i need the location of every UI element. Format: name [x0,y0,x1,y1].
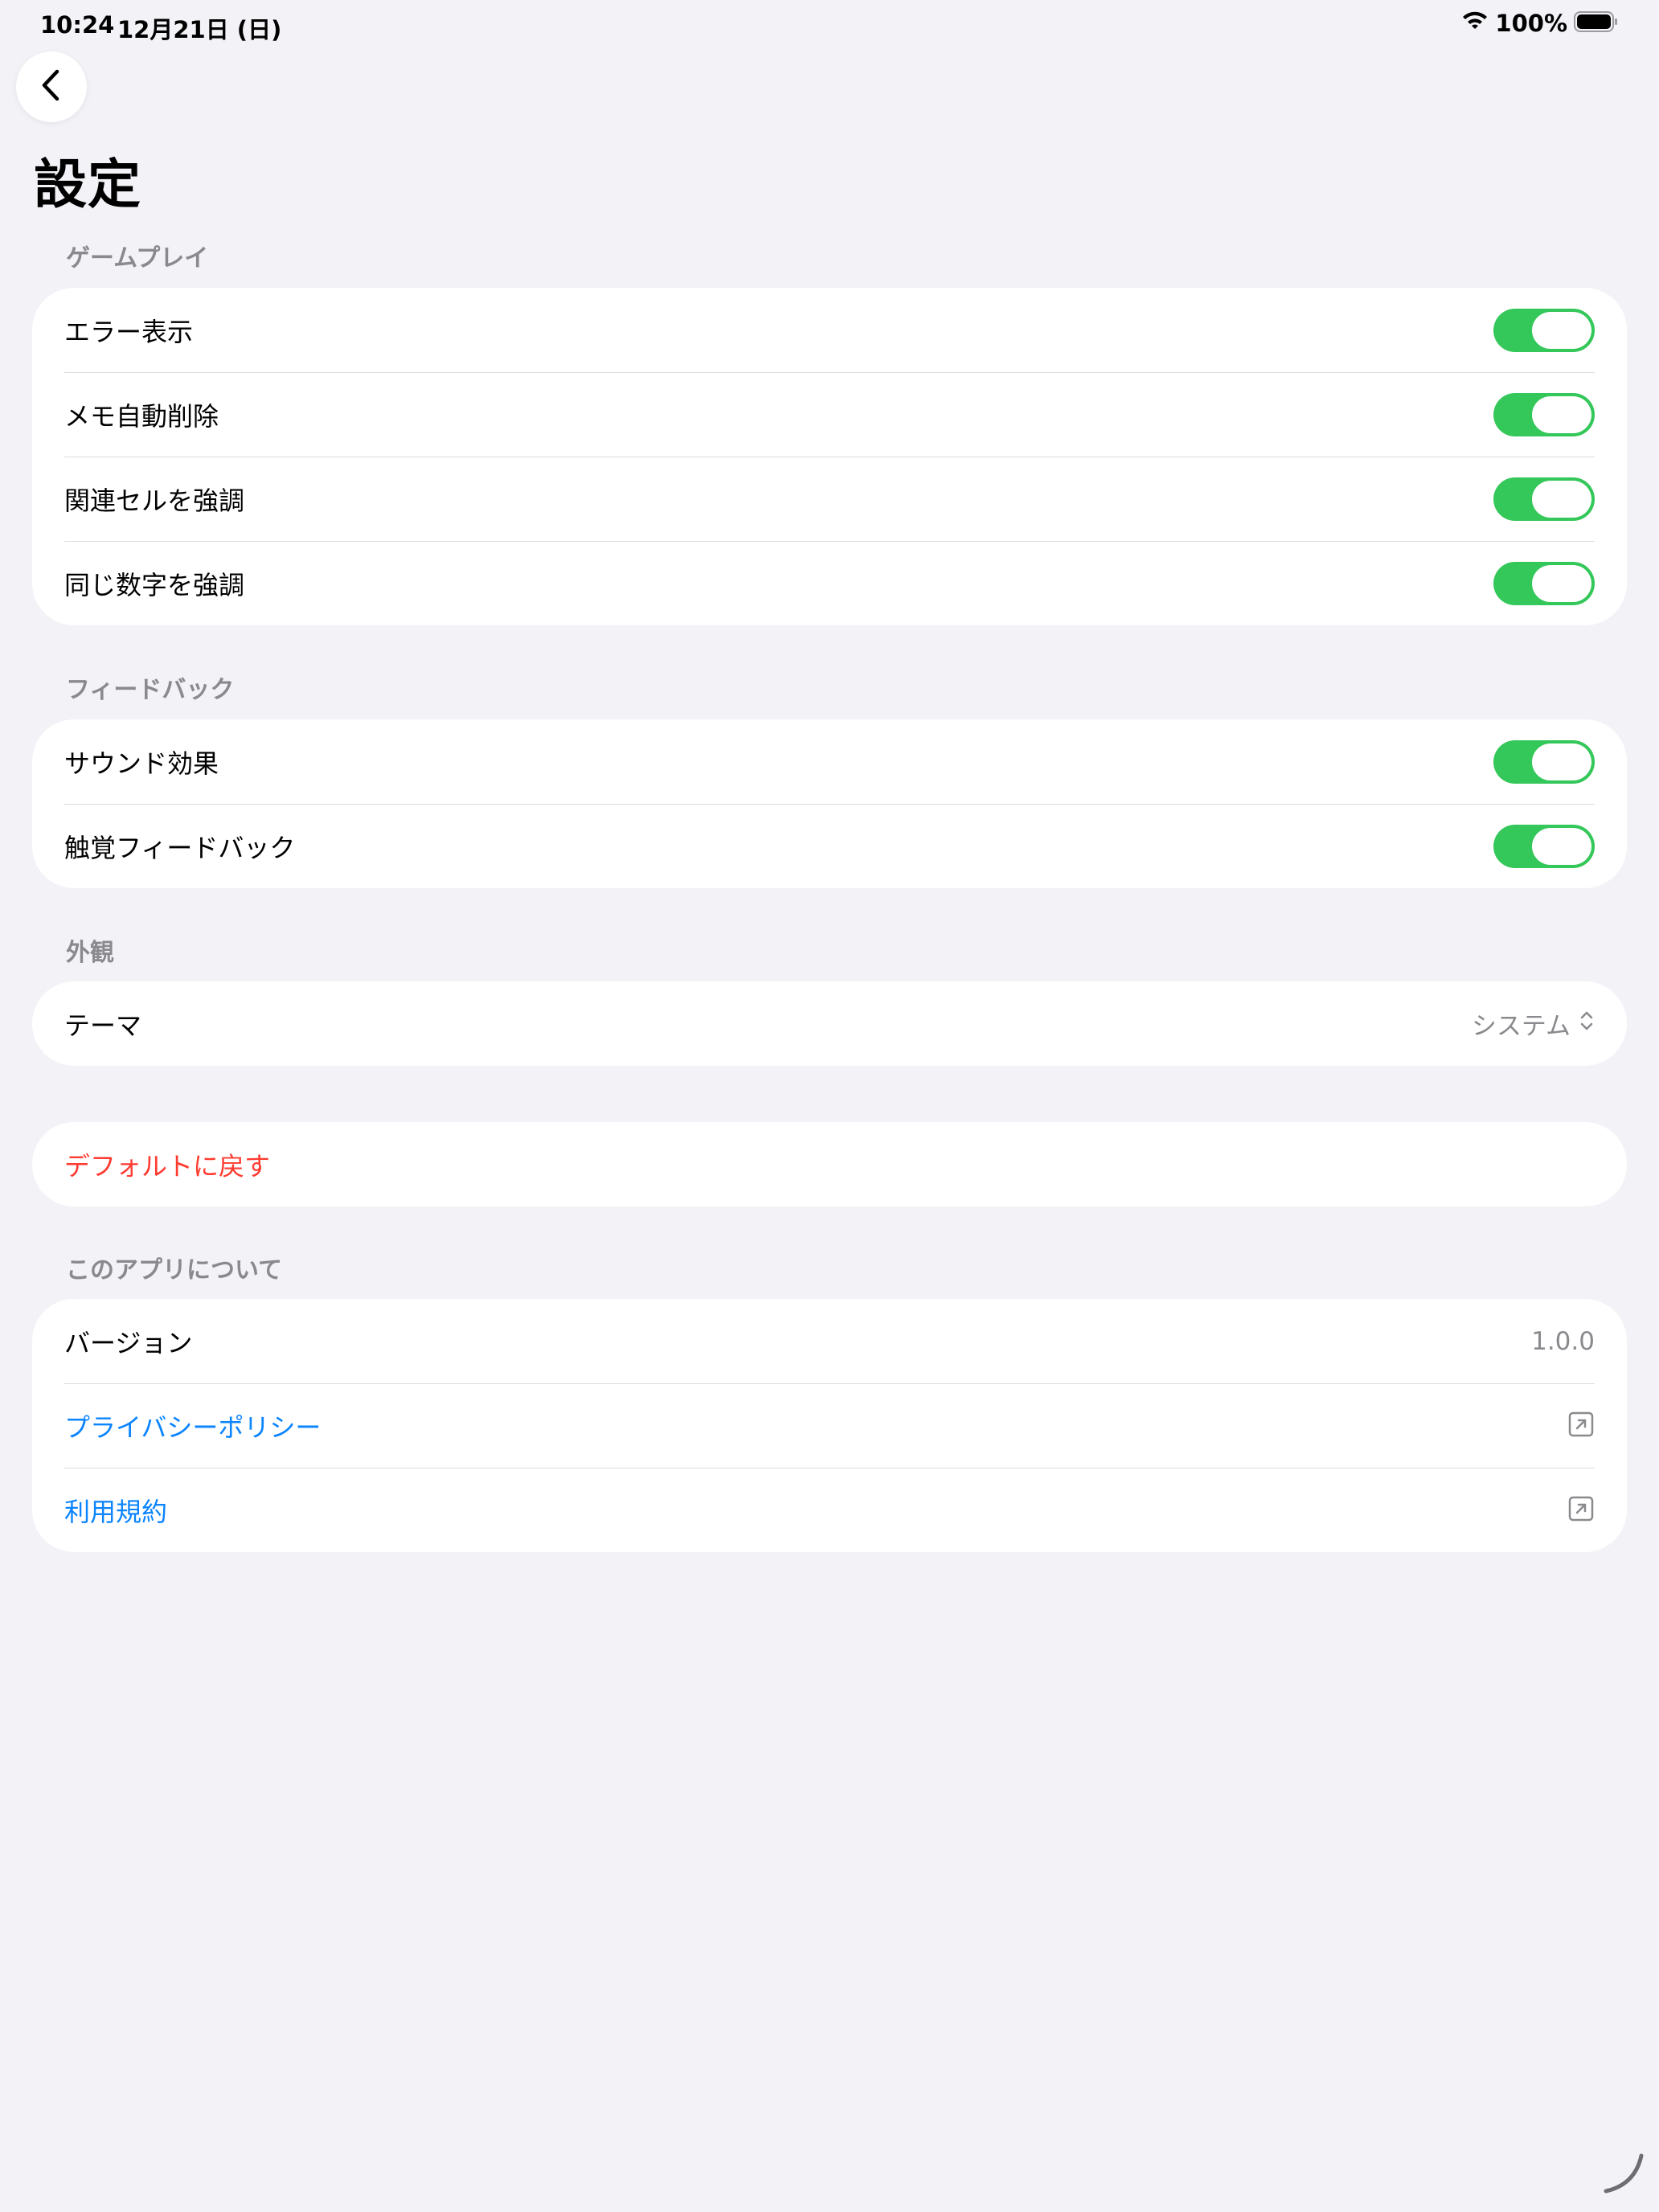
auto-remove-notes-toggle[interactable] [1493,392,1595,436]
version-row: バージョン 1.0.0 [32,1299,1627,1383]
external-link-icon [1567,1411,1595,1441]
setting-row-highlight-same-numbers: 同じ数字を強調 [32,541,1627,625]
chevron-left-icon [39,68,63,105]
corner-indicator-icon [1600,2149,1648,2201]
card-feedback: サウンド効果 触覚フィードバック [32,719,1627,888]
theme-label: テーマ [64,1010,142,1041]
wifi-icon [1461,11,1489,35]
privacy-policy-label: プライバシーポリシー [64,1411,322,1443]
setting-label: 同じ数字を強調 [64,569,245,600]
status-right: 100% [1461,10,1619,37]
setting-label: 触覚フィードバック [64,832,296,863]
setting-row-error-display: エラー表示 [32,288,1627,372]
page-title: 設定 [34,154,141,215]
version-label: バージョン [64,1327,193,1358]
sound-effects-toggle[interactable] [1493,739,1595,784]
external-link-icon [1567,1495,1595,1526]
setting-row-auto-remove-notes: メモ自動削除 [32,372,1627,457]
version-value: 1.0.0 [1531,1326,1595,1356]
setting-label: メモ自動削除 [64,400,219,432]
card-reset: デフォルトに戻す [32,1122,1627,1206]
status-time: 10:24 [40,11,115,39]
terms-of-use-link[interactable]: 利用規約 [32,1468,1627,1552]
section-header-feedback: フィードバック [66,676,235,704]
status-bar: 10:24 12月21日 (日) 100% [0,0,1659,51]
theme-picker[interactable]: システム [1472,1006,1595,1042]
card-appearance: テーマ システム [32,981,1627,1066]
theme-row[interactable]: テーマ システム [32,981,1627,1066]
terms-of-use-label: 利用規約 [64,1496,168,1527]
setting-label: サウンド効果 [64,748,219,779]
setting-label: 関連セルを強調 [64,485,245,516]
section-header-gameplay: ゲームプレイ [66,244,209,272]
error-display-toggle[interactable] [1493,308,1595,352]
battery-icon [1574,10,1619,36]
section-header-about: このアプリについて [66,1256,283,1284]
battery-percentage: 100% [1495,10,1567,37]
highlight-related-cells-toggle[interactable] [1493,477,1595,521]
reset-defaults-button[interactable]: デフォルトに戻す [32,1122,1627,1206]
back-button[interactable] [16,51,87,122]
setting-label: エラー表示 [64,316,194,347]
card-about: バージョン 1.0.0 プライバシーポリシー 利用規約 [32,1299,1627,1552]
card-gameplay: エラー表示 メモ自動削除 関連セルを強調 同じ数字を強調 [32,288,1627,625]
reset-defaults-label: デフォルトに戻す [64,1150,271,1182]
theme-value: システム [1471,1012,1571,1041]
chevron-up-down-icon [1579,1009,1595,1039]
setting-row-sound-effects: サウンド効果 [32,719,1627,804]
highlight-same-numbers-toggle[interactable] [1493,561,1595,605]
section-header-appearance: 外観 [66,939,114,967]
setting-row-haptic-feedback: 触覚フィードバック [32,804,1627,888]
status-date: 12月21日 (日) [117,16,282,43]
haptic-feedback-toggle[interactable] [1493,824,1595,868]
privacy-policy-link[interactable]: プライバシーポリシー [32,1383,1627,1468]
setting-row-highlight-related-cells: 関連セルを強調 [32,457,1627,541]
